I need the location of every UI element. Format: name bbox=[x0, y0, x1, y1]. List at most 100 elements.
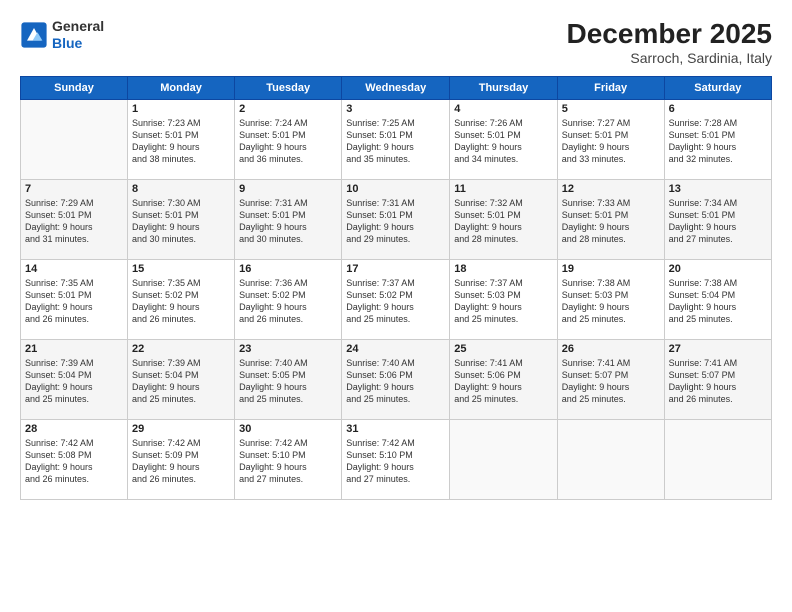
calendar-cell: 17 Sunrise: 7:37 AM Sunset: 5:02 PM Dayli… bbox=[342, 260, 450, 340]
calendar-cell: 3Sunrise: 7:25 AM Sunset: 5:01 PM Daylig… bbox=[342, 100, 450, 180]
calendar-cell: 21 Sunrise: 7:39 AM Sunset: 5:04 PM Dayli… bbox=[21, 340, 128, 420]
day-number: 1 bbox=[132, 103, 230, 115]
day-number: 8 bbox=[132, 183, 230, 195]
calendar-cell: 9 Sunrise: 7:31 AM Sunset: 5:01 PM Daylig… bbox=[235, 180, 342, 260]
calendar-cell: 22 Sunrise: 7:39 AM Sunset: 5:04 PM Dayli… bbox=[128, 340, 235, 420]
calendar-cell: 7Sunrise: 7:29 AM Sunset: 5:01 PM Daylig… bbox=[21, 180, 128, 260]
day-number: 20 bbox=[669, 263, 767, 275]
calendar-cell: 25 Sunrise: 7:41 AM Sunset: 5:06 PM Dayli… bbox=[450, 340, 557, 420]
calendar-header-row: SundayMondayTuesdayWednesdayThursdayFrid… bbox=[21, 77, 772, 100]
day-number: 5 bbox=[562, 103, 660, 115]
day-number: 17 bbox=[346, 263, 445, 275]
calendar-cell: 15 Sunrise: 7:35 AM Sunset: 5:02 PM Dayli… bbox=[128, 260, 235, 340]
day-info: Sunrise: 7:37 AM Sunset: 5:03 PM Dayligh… bbox=[454, 277, 552, 326]
day-info: Sunrise: 7:38 AM Sunset: 5:04 PM Dayligh… bbox=[669, 277, 767, 326]
calendar-cell: 2 Sunrise: 7:24 AM Sunset: 5:01 PM Daylig… bbox=[235, 100, 342, 180]
day-number: 27 bbox=[669, 343, 767, 355]
calendar-cell: 11 Sunrise: 7:32 AM Sunset: 5:01 PM Dayli… bbox=[450, 180, 557, 260]
day-info: Sunrise: 7:37 AM Sunset: 5:02 PM Dayligh… bbox=[346, 277, 445, 326]
day-info: Sunrise: 7:40 AM Sunset: 5:06 PM Dayligh… bbox=[346, 357, 445, 406]
day-info: Sunrise: 7:41 AM Sunset: 5:07 PM Dayligh… bbox=[669, 357, 767, 406]
calendar-cell: 5Sunrise: 7:27 AM Sunset: 5:01 PM Daylig… bbox=[557, 100, 664, 180]
header-saturday: Saturday bbox=[664, 77, 771, 100]
day-info: Sunrise: 7:30 AM Sunset: 5:01 PM Dayligh… bbox=[132, 197, 230, 246]
day-info: Sunrise: 7:40 AM Sunset: 5:05 PM Dayligh… bbox=[239, 357, 337, 406]
header-wednesday: Wednesday bbox=[342, 77, 450, 100]
title-block: December 2025 Sarroch, Sardinia, Italy bbox=[567, 18, 772, 66]
day-info: Sunrise: 7:34 AM Sunset: 5:01 PM Dayligh… bbox=[669, 197, 767, 246]
calendar-cell: 10Sunrise: 7:31 AM Sunset: 5:01 PM Dayli… bbox=[342, 180, 450, 260]
day-number: 18 bbox=[454, 263, 552, 275]
calendar-cell: 30Sunrise: 7:42 AM Sunset: 5:10 PM Dayli… bbox=[235, 420, 342, 500]
day-number: 30 bbox=[239, 423, 337, 435]
day-number: 4 bbox=[454, 103, 552, 115]
day-info: Sunrise: 7:31 AM Sunset: 5:01 PM Dayligh… bbox=[346, 197, 445, 246]
header-friday: Friday bbox=[557, 77, 664, 100]
calendar-cell: 19 Sunrise: 7:38 AM Sunset: 5:03 PM Dayli… bbox=[557, 260, 664, 340]
week-row-2: 7Sunrise: 7:29 AM Sunset: 5:01 PM Daylig… bbox=[21, 180, 772, 260]
header-monday: Monday bbox=[128, 77, 235, 100]
day-info: Sunrise: 7:41 AM Sunset: 5:06 PM Dayligh… bbox=[454, 357, 552, 406]
calendar-table: SundayMondayTuesdayWednesdayThursdayFrid… bbox=[20, 76, 772, 500]
header-thursday: Thursday bbox=[450, 77, 557, 100]
day-number: 24 bbox=[346, 343, 445, 355]
calendar-cell: 28 Sunrise: 7:42 AM Sunset: 5:08 PM Dayli… bbox=[21, 420, 128, 500]
header-tuesday: Tuesday bbox=[235, 77, 342, 100]
day-info: Sunrise: 7:23 AM Sunset: 5:01 PM Dayligh… bbox=[132, 117, 230, 166]
day-number: 29 bbox=[132, 423, 230, 435]
week-row-3: 14 Sunrise: 7:35 AM Sunset: 5:01 PM Dayli… bbox=[21, 260, 772, 340]
day-number: 28 bbox=[25, 423, 123, 435]
title-location: Sarroch, Sardinia, Italy bbox=[567, 50, 772, 66]
calendar-cell: 12Sunrise: 7:33 AM Sunset: 5:01 PM Dayli… bbox=[557, 180, 664, 260]
week-row-4: 21 Sunrise: 7:39 AM Sunset: 5:04 PM Dayli… bbox=[21, 340, 772, 420]
day-number: 16 bbox=[239, 263, 337, 275]
header-sunday: Sunday bbox=[21, 77, 128, 100]
day-number: 23 bbox=[239, 343, 337, 355]
day-info: Sunrise: 7:42 AM Sunset: 5:08 PM Dayligh… bbox=[25, 437, 123, 486]
calendar-cell: 8 Sunrise: 7:30 AM Sunset: 5:01 PM Daylig… bbox=[128, 180, 235, 260]
day-info: Sunrise: 7:38 AM Sunset: 5:03 PM Dayligh… bbox=[562, 277, 660, 326]
calendar-cell: 1 Sunrise: 7:23 AM Sunset: 5:01 PM Daylig… bbox=[128, 100, 235, 180]
day-info: Sunrise: 7:39 AM Sunset: 5:04 PM Dayligh… bbox=[132, 357, 230, 406]
day-info: Sunrise: 7:28 AM Sunset: 5:01 PM Dayligh… bbox=[669, 117, 767, 166]
logo-general-text: General bbox=[52, 18, 104, 34]
calendar-cell: 14 Sunrise: 7:35 AM Sunset: 5:01 PM Dayli… bbox=[21, 260, 128, 340]
day-number: 11 bbox=[454, 183, 552, 195]
day-number: 13 bbox=[669, 183, 767, 195]
day-info: Sunrise: 7:31 AM Sunset: 5:01 PM Dayligh… bbox=[239, 197, 337, 246]
day-number: 2 bbox=[239, 103, 337, 115]
day-info: Sunrise: 7:42 AM Sunset: 5:10 PM Dayligh… bbox=[346, 437, 445, 486]
header: General Blue December 2025 Sarroch, Sard… bbox=[20, 18, 772, 66]
calendar-cell: 16Sunrise: 7:36 AM Sunset: 5:02 PM Dayli… bbox=[235, 260, 342, 340]
day-number: 6 bbox=[669, 103, 767, 115]
page: General Blue December 2025 Sarroch, Sard… bbox=[0, 0, 792, 612]
calendar-cell: 24 Sunrise: 7:40 AM Sunset: 5:06 PM Dayli… bbox=[342, 340, 450, 420]
day-info: Sunrise: 7:24 AM Sunset: 5:01 PM Dayligh… bbox=[239, 117, 337, 166]
logo-icon bbox=[20, 21, 48, 49]
day-number: 26 bbox=[562, 343, 660, 355]
calendar-cell bbox=[664, 420, 771, 500]
day-number: 22 bbox=[132, 343, 230, 355]
calendar-cell: 4Sunrise: 7:26 AM Sunset: 5:01 PM Daylig… bbox=[450, 100, 557, 180]
day-number: 31 bbox=[346, 423, 445, 435]
logo: General Blue bbox=[20, 18, 104, 52]
day-info: Sunrise: 7:32 AM Sunset: 5:01 PM Dayligh… bbox=[454, 197, 552, 246]
day-info: Sunrise: 7:41 AM Sunset: 5:07 PM Dayligh… bbox=[562, 357, 660, 406]
calendar-cell bbox=[21, 100, 128, 180]
day-number: 21 bbox=[25, 343, 123, 355]
day-number: 9 bbox=[239, 183, 337, 195]
day-number: 19 bbox=[562, 263, 660, 275]
day-number: 25 bbox=[454, 343, 552, 355]
calendar-cell: 31 Sunrise: 7:42 AM Sunset: 5:10 PM Dayli… bbox=[342, 420, 450, 500]
calendar-cell: 27 Sunrise: 7:41 AM Sunset: 5:07 PM Dayli… bbox=[664, 340, 771, 420]
day-info: Sunrise: 7:35 AM Sunset: 5:01 PM Dayligh… bbox=[25, 277, 123, 326]
title-month: December 2025 bbox=[567, 18, 772, 50]
day-info: Sunrise: 7:39 AM Sunset: 5:04 PM Dayligh… bbox=[25, 357, 123, 406]
day-number: 7 bbox=[25, 183, 123, 195]
day-number: 15 bbox=[132, 263, 230, 275]
day-number: 12 bbox=[562, 183, 660, 195]
day-number: 14 bbox=[25, 263, 123, 275]
day-info: Sunrise: 7:35 AM Sunset: 5:02 PM Dayligh… bbox=[132, 277, 230, 326]
calendar-cell: 23 Sunrise: 7:40 AM Sunset: 5:05 PM Dayli… bbox=[235, 340, 342, 420]
calendar-cell bbox=[450, 420, 557, 500]
